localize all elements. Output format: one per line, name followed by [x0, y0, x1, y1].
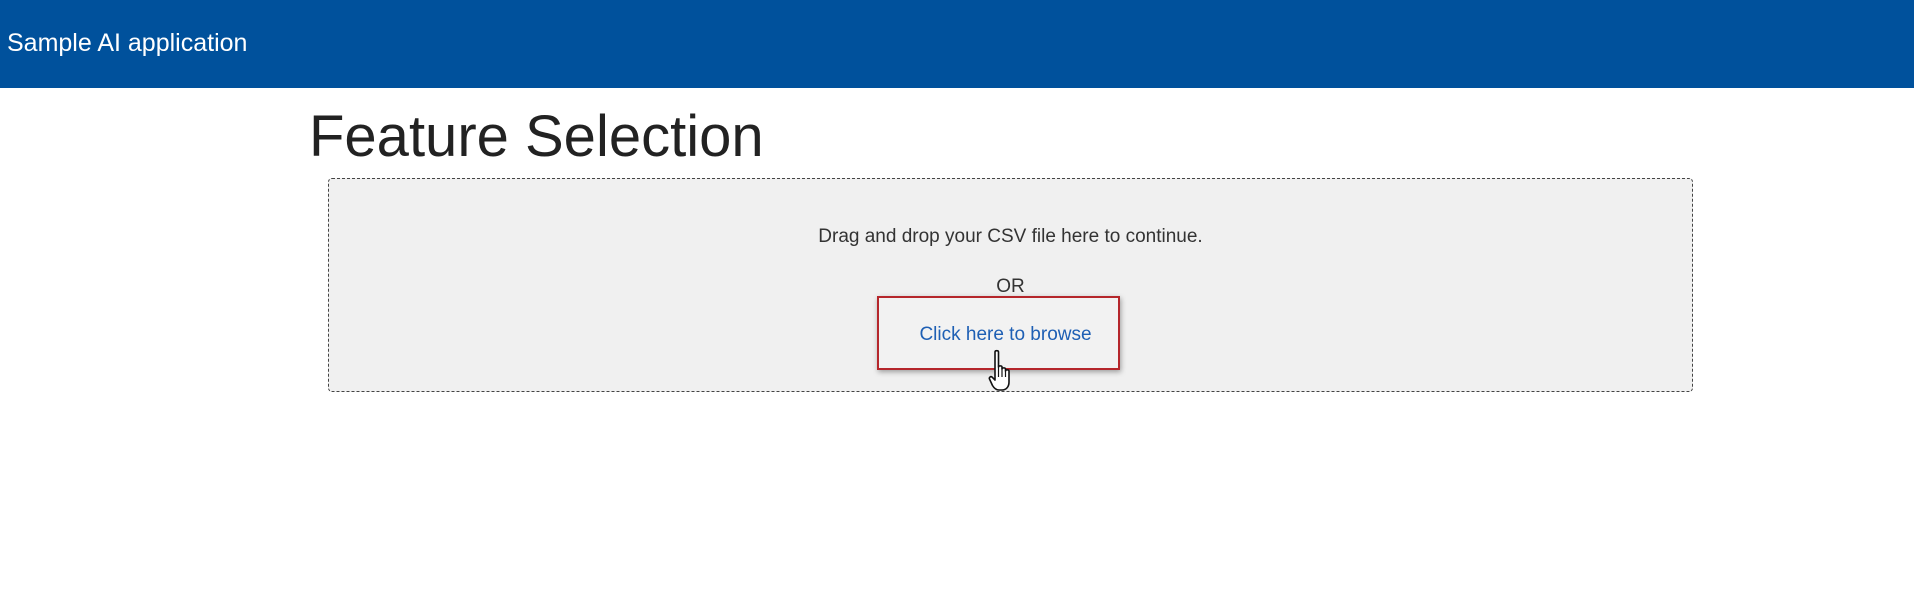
app-header: Sample AI application [0, 0, 1914, 88]
browse-link[interactable]: Click here to browse [879, 323, 1118, 347]
hand-pointer-icon [988, 349, 1010, 391]
app-title: Sample AI application [7, 29, 248, 57]
page-title: Feature Selection [309, 104, 764, 169]
dropzone-instruction: Drag and drop your CSV file here to cont… [818, 226, 1203, 247]
